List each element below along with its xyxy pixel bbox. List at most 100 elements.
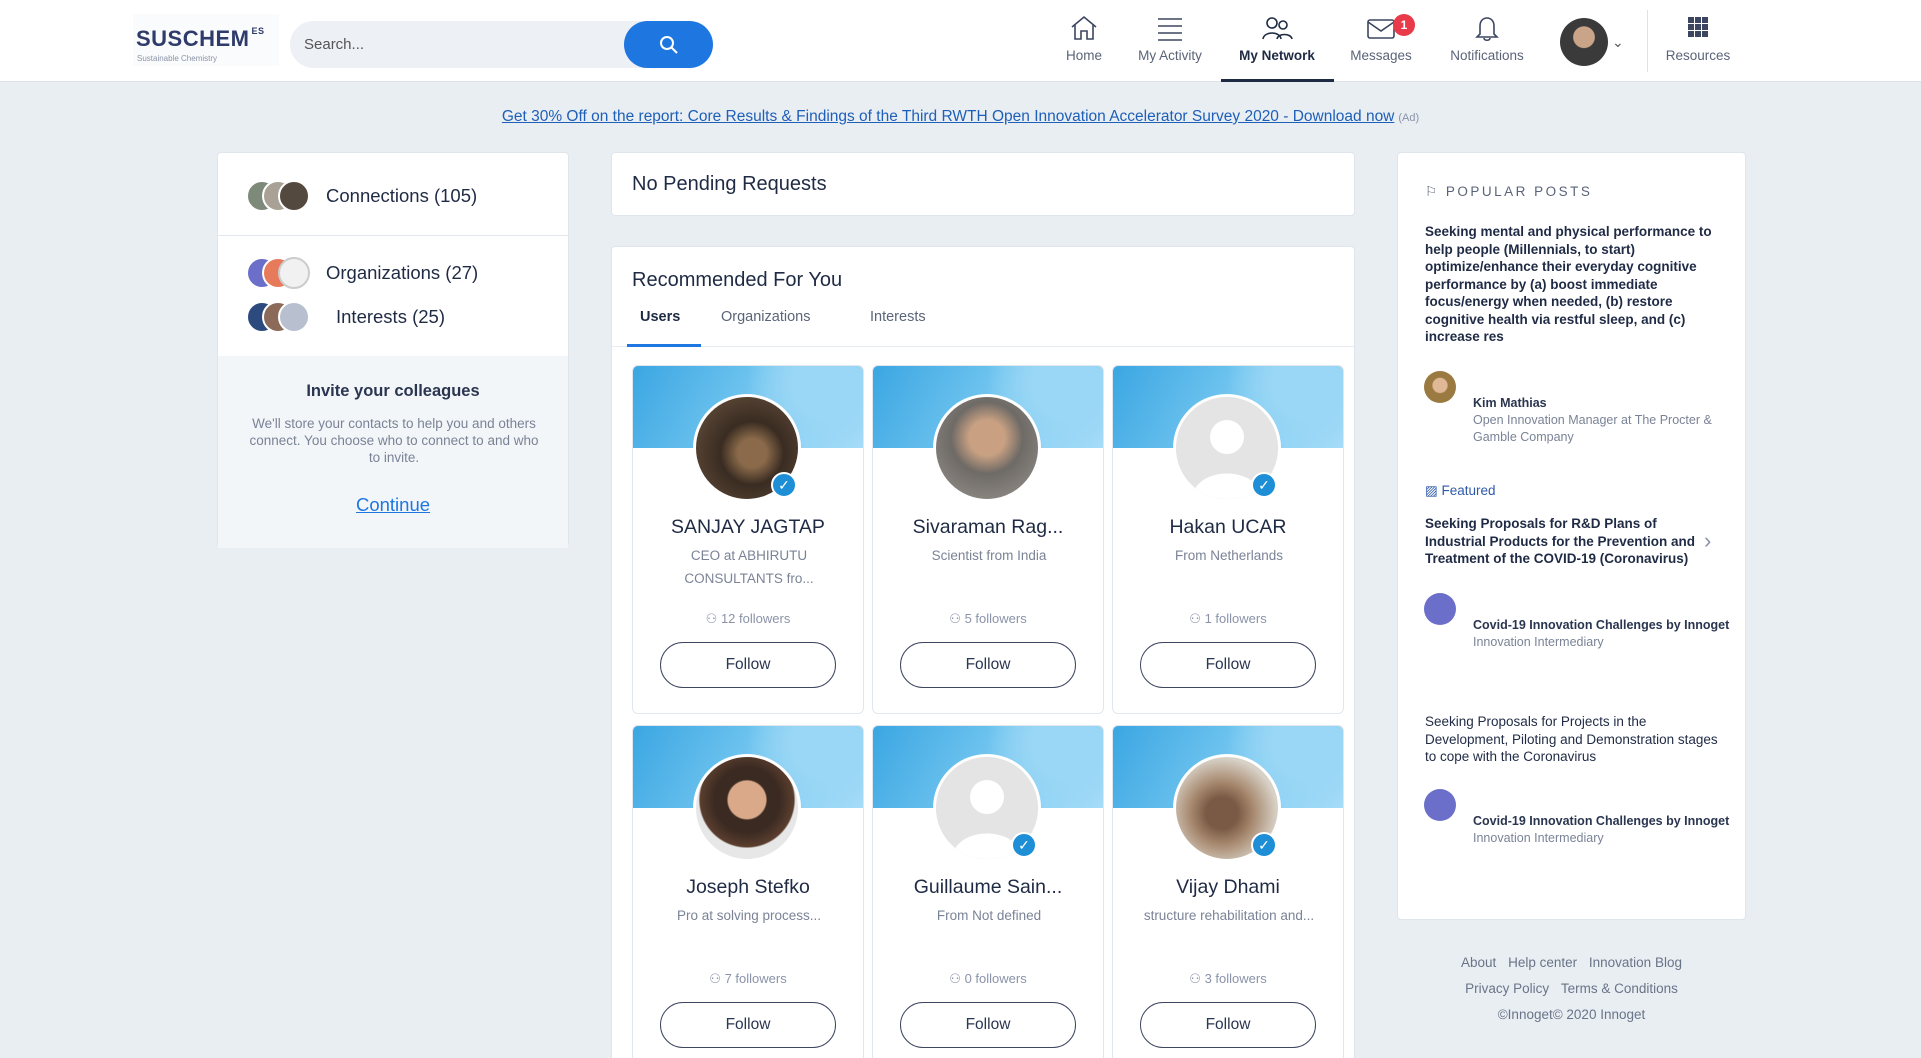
follow-button[interactable]: Follow xyxy=(660,1002,836,1048)
suschem-logo[interactable]: SUSCHEM ES Sustainable Chemistry xyxy=(133,14,279,66)
footer-link-blog[interactable]: Innovation Blog xyxy=(1589,955,1682,970)
copyright: ©Innoget© 2020 Innoget xyxy=(1497,1007,1646,1022)
star-icon: ▨ xyxy=(1425,483,1438,498)
top-navbar: SUSCHEMES Sustainable Chemistry Home My … xyxy=(0,0,1921,82)
user-avatar[interactable] xyxy=(1560,18,1608,66)
popular-posts-header: ⚐ POPULAR POSTS xyxy=(1425,184,1592,200)
continue-link[interactable]: Continue xyxy=(218,494,568,516)
followers-text: 0 followers xyxy=(964,971,1027,986)
nav-my-network[interactable]: My Network xyxy=(1227,14,1327,80)
verified-icon: ✓ xyxy=(1011,832,1037,858)
follow-button[interactable]: Follow xyxy=(900,1002,1076,1048)
ad-label: (Ad) xyxy=(1398,112,1420,124)
followers-count: ⚇ 12 followers xyxy=(705,611,791,626)
author-avatar[interactable] xyxy=(1424,789,1456,821)
author-avatar[interactable] xyxy=(1424,593,1456,625)
user-name[interactable]: Sivaraman Rag... xyxy=(873,516,1103,539)
follow-button[interactable]: Follow xyxy=(660,642,836,688)
footer-link-terms[interactable]: Terms & Conditions xyxy=(1561,981,1678,996)
post-title[interactable]: Seeking Proposals for Projects in the De… xyxy=(1425,713,1720,766)
user-name[interactable]: Guillaume Sain... xyxy=(873,876,1103,899)
invite-description: We'll store your contacts to help you an… xyxy=(249,416,539,465)
nav-resources[interactable]: Resources xyxy=(1648,14,1748,80)
footer-links-row: About Help center Innovation Blog xyxy=(1397,950,1746,976)
follow-button[interactable]: Follow xyxy=(1140,642,1316,688)
user-card[interactable]: ✓ Hakan UCAR From Netherlands ⚇ 1 follow… xyxy=(1112,365,1344,714)
verified-icon: ✓ xyxy=(771,472,797,498)
user-card[interactable]: Joseph Stefko Pro at solving process... … xyxy=(632,725,864,1058)
user-card[interactable]: ✓ SANJAY JAGTAP CEO at ABHIRUTU CONSULTA… xyxy=(632,365,864,714)
follow-button[interactable]: Follow xyxy=(900,642,1076,688)
interests-avatars xyxy=(246,301,314,333)
user-name[interactable]: SANJAY JAGTAP xyxy=(633,516,863,539)
nav-notifications[interactable]: Notifications xyxy=(1437,14,1537,80)
tab-organizations[interactable]: Organizations xyxy=(721,309,810,325)
nav-label: My Activity xyxy=(1138,48,1202,63)
post-author: Covid-19 Innovation Challenges by Innoge… xyxy=(1473,617,1729,651)
connections-link[interactable]: Connections (105) xyxy=(326,185,477,207)
avatar xyxy=(278,301,310,333)
followers-text: 7 followers xyxy=(724,971,787,986)
author-avatar[interactable] xyxy=(1424,371,1456,403)
featured-text: Featured xyxy=(1441,483,1496,498)
bell-icon xyxy=(1475,17,1499,42)
author-role: Innovation Intermediary xyxy=(1473,831,1604,845)
author-role: Open Innovation Manager at The Procter &… xyxy=(1473,413,1712,444)
popular-posts-card: ⚐ POPULAR POSTS Seeking mental and physi… xyxy=(1397,152,1746,920)
tab-users[interactable]: Users xyxy=(640,309,680,325)
post-title[interactable]: Seeking Proposals for R&D Plans of Indus… xyxy=(1425,515,1720,568)
profile-photo[interactable] xyxy=(693,754,801,862)
followers-text: 12 followers xyxy=(720,611,791,626)
home-icon xyxy=(1071,15,1097,40)
nav-label: Messages xyxy=(1350,48,1412,63)
connections-row[interactable]: Connections (105) xyxy=(218,165,568,225)
chevron-right-icon[interactable]: › xyxy=(1704,528,1711,554)
tab-interests[interactable]: Interests xyxy=(870,309,926,325)
author-name[interactable]: Covid-19 Innovation Challenges by Innoge… xyxy=(1473,617,1729,634)
user-name[interactable]: Hakan UCAR xyxy=(1113,516,1343,539)
nav-home[interactable]: Home xyxy=(1034,14,1134,80)
recommended-card: Recommended For You Users Organizations … xyxy=(611,246,1355,1058)
user-card[interactable]: ✓ Vijay Dhami structure rehabilitation a… xyxy=(1112,725,1344,1058)
user-card[interactable]: Sivaraman Rag... Scientist from India ⚇ … xyxy=(872,365,1104,714)
nav-my-activity[interactable]: My Activity xyxy=(1120,14,1220,80)
search-icon xyxy=(659,35,678,54)
user-description: CEO at ABHIRUTU CONSULTANTS fro... xyxy=(684,548,814,586)
footer-link-privacy[interactable]: Privacy Policy xyxy=(1465,981,1549,996)
user-description: Pro at solving process... xyxy=(676,908,822,923)
interests-row[interactable]: Interests (25) xyxy=(218,286,568,346)
user-description: structure rehabilitation and... xyxy=(1143,908,1315,923)
logo-tagline: Sustainable Chemistry xyxy=(137,54,218,63)
nav-label: Home xyxy=(1065,48,1102,63)
footer-links-row: Privacy Policy Terms & Conditions xyxy=(1397,976,1746,1002)
nav-label: Notifications xyxy=(1450,48,1524,63)
user-name[interactable]: Joseph Stefko xyxy=(633,876,863,899)
search-button[interactable] xyxy=(624,21,713,68)
profile-photo[interactable] xyxy=(933,394,1041,502)
user-name[interactable]: Vijay Dhami xyxy=(1113,876,1343,899)
search-input[interactable] xyxy=(304,31,634,57)
author-name[interactable]: Kim Mathias xyxy=(1473,395,1745,412)
invite-section: Invite your colleagues We'll store your … xyxy=(218,356,568,548)
post-author: Kim Mathias Open Innovation Manager at T… xyxy=(1473,395,1745,446)
pending-requests-text: No Pending Requests xyxy=(632,173,827,195)
chevron-down-icon[interactable]: ⌄ xyxy=(1612,34,1624,51)
invite-title: Invite your colleagues xyxy=(306,382,480,400)
footer-link-about[interactable]: About xyxy=(1461,955,1496,970)
followers-count: ⚇ 1 followers xyxy=(1189,611,1267,626)
activity-icon xyxy=(1158,18,1182,41)
footer-link-help[interactable]: Help center xyxy=(1508,955,1577,970)
organizations-link[interactable]: Organizations (27) xyxy=(326,262,478,284)
nav-messages[interactable]: 1 Messages xyxy=(1331,14,1431,80)
interests-link[interactable]: Interests (25) xyxy=(336,306,445,328)
avatar xyxy=(278,180,310,212)
pending-requests-card: No Pending Requests xyxy=(611,152,1355,216)
followers-count: ⚇ 7 followers xyxy=(709,971,787,986)
connections-avatars xyxy=(246,180,314,212)
user-card[interactable]: ✓ Guillaume Sain... From Not defined ⚇ 0… xyxy=(872,725,1104,1058)
post-title[interactable]: Seeking mental and physical performance … xyxy=(1425,223,1720,346)
author-name[interactable]: Covid-19 Innovation Challenges by Innoge… xyxy=(1473,813,1729,830)
follow-button[interactable]: Follow xyxy=(1140,1002,1316,1048)
promo-link[interactable]: Get 30% Off on the report: Core Results … xyxy=(502,108,1395,125)
user-description: Scientist from India xyxy=(931,548,1047,563)
